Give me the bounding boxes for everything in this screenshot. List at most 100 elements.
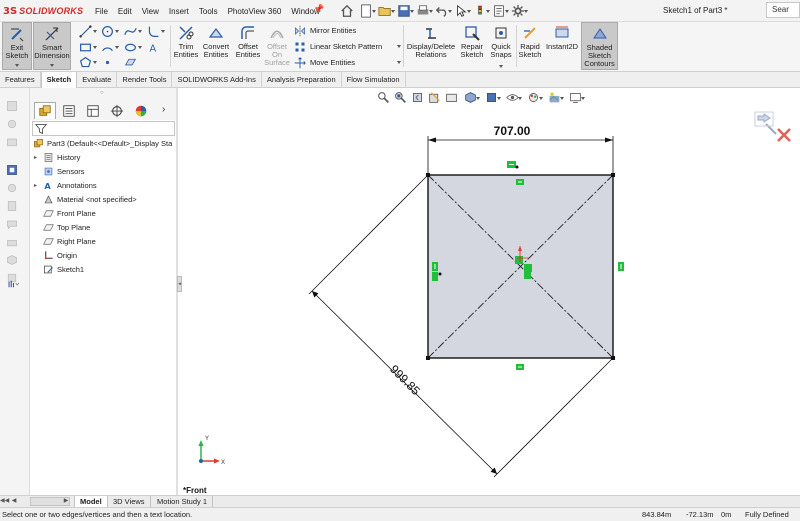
file-explorer-icon[interactable] xyxy=(5,136,19,148)
custom-properties-icon[interactable] xyxy=(5,200,19,212)
home-icon[interactable] xyxy=(337,2,356,20)
chevron-right-icon[interactable]: › xyxy=(162,104,165,115)
menu-photoview[interactable]: PhotoView 360 xyxy=(223,7,287,16)
tree-item-front-plane[interactable]: Front Plane xyxy=(42,207,96,220)
polygon-icon[interactable] xyxy=(78,55,92,69)
menu-file[interactable]: File xyxy=(90,7,113,16)
move-entities-button[interactable]: Move Entities xyxy=(294,55,355,70)
linear-pattern-dropdown-icon[interactable] xyxy=(397,45,401,48)
rectangle-icon[interactable] xyxy=(78,40,92,54)
tree-item-top-plane[interactable]: Top Plane xyxy=(42,221,90,234)
select-icon[interactable] xyxy=(451,2,471,20)
polygon-dropdown-icon[interactable] xyxy=(93,61,97,64)
options-icon[interactable] xyxy=(508,2,528,20)
nav-next-icon[interactable]: ▶ xyxy=(62,496,70,506)
tab-evaluate[interactable]: Evaluate xyxy=(77,72,118,88)
panel-splitter[interactable] xyxy=(176,88,178,498)
vertical-relation-icon[interactable] xyxy=(432,272,438,281)
cad-models-icon[interactable] xyxy=(5,254,19,266)
arc-icon[interactable] xyxy=(100,40,114,54)
view-settings-icon[interactable] xyxy=(566,90,585,105)
spline-dropdown-icon[interactable] xyxy=(138,30,142,33)
ellipse-dropdown-icon[interactable] xyxy=(138,46,142,49)
dynamic-annotation-icon[interactable] xyxy=(444,90,459,105)
rapid-sketch-button[interactable]: Rapid Sketch xyxy=(517,22,543,70)
exit-sketch-corner-icon[interactable] xyxy=(754,111,777,135)
text-icon[interactable]: A xyxy=(146,40,160,54)
tab-solidworks-add-ins[interactable]: SOLIDWORKS Add-Ins xyxy=(172,72,262,88)
feature-filter-input[interactable] xyxy=(32,121,175,136)
tab-sketch[interactable]: Sketch xyxy=(40,72,78,88)
zoom-to-fit-icon[interactable] xyxy=(376,90,391,105)
undo-icon[interactable] xyxy=(432,2,452,20)
forum-icon[interactable] xyxy=(5,218,19,230)
sketch-fillet-icon[interactable] xyxy=(146,24,160,38)
propertymanager-tab-icon[interactable] xyxy=(58,102,80,119)
search-input[interactable]: Sear xyxy=(766,2,800,18)
tab-render-tools[interactable]: Render Tools xyxy=(117,72,173,88)
open-icon[interactable] xyxy=(375,2,395,20)
featuremanager-tree-tab-icon[interactable] xyxy=(34,102,56,119)
view-palette-icon[interactable] xyxy=(5,164,19,176)
rectangle-dropdown-icon[interactable] xyxy=(93,46,97,49)
repair-sketch-button[interactable]: Repair Sketch xyxy=(458,22,486,70)
coincident-relation-icon[interactable] xyxy=(524,264,532,272)
horizontal-dimension[interactable]: 707.00 xyxy=(427,124,614,174)
plane-icon[interactable] xyxy=(123,55,137,69)
tree-item-part[interactable]: Part3 (Default<<Default>_Display Sta xyxy=(32,137,172,150)
menu-tools[interactable]: Tools xyxy=(194,7,223,16)
spline-icon[interactable] xyxy=(123,24,137,38)
line-dropdown-icon[interactable] xyxy=(93,30,97,33)
displaymanager-tab-icon[interactable] xyxy=(130,102,152,119)
tree-item-annotations[interactable]: ▸ A Annotations xyxy=(34,179,97,192)
convert-entities-button[interactable]: Convert Entities xyxy=(200,22,232,70)
toolbox-icon[interactable] xyxy=(5,236,19,248)
tab-flow-simulation[interactable]: Flow Simulation xyxy=(342,72,406,88)
hide-show-icon[interactable] xyxy=(503,90,522,105)
circle-icon[interactable] xyxy=(100,24,114,38)
nav-first-icon[interactable]: ◀◀ xyxy=(0,496,9,506)
coincident-relation-icon[interactable] xyxy=(524,272,531,279)
dimxpertmanager-tab-icon[interactable] xyxy=(106,102,128,119)
apply-scene-icon[interactable] xyxy=(545,90,564,105)
quick-snaps-button[interactable]: Quick Snaps xyxy=(487,22,515,70)
smart-dimension-dropdown-icon[interactable] xyxy=(50,64,54,67)
expand-arrow-icon[interactable]: ▸ xyxy=(34,182,42,189)
point-icon[interactable] xyxy=(100,55,114,69)
tree-item-sketch1[interactable]: Sketch1 xyxy=(42,263,84,276)
ellipse-icon[interactable] xyxy=(123,40,137,54)
smart-dimension-button[interactable]: Smart Dimension xyxy=(33,22,71,70)
tab-features[interactable]: Features xyxy=(0,72,41,88)
instant2d-button[interactable]: Instant2D xyxy=(544,22,580,70)
cancel-sketch-corner-icon[interactable] xyxy=(777,128,791,142)
section-view-icon[interactable] xyxy=(427,90,442,105)
tree-item-sensors[interactable]: Sensors xyxy=(42,165,85,178)
file-properties-icon[interactable] xyxy=(489,2,509,20)
panel-grip-icon[interactable]: ○ xyxy=(100,90,104,96)
menu-insert[interactable]: Insert xyxy=(164,7,194,16)
solidworks-resources-icon[interactable] xyxy=(5,100,19,112)
flow-simulation-icon[interactable] xyxy=(3,278,25,290)
menu-view[interactable]: View xyxy=(137,7,164,16)
offset-entities-button[interactable]: Offset Entities xyxy=(233,22,263,70)
dimension-707-text[interactable]: 707.00 xyxy=(494,124,531,138)
tree-item-history[interactable]: ▸ History xyxy=(34,151,80,164)
design-library-icon[interactable] xyxy=(5,118,19,130)
arc-dropdown-icon[interactable] xyxy=(115,46,119,49)
coincident-relation-icon[interactable] xyxy=(515,256,523,264)
offset-on-surface-button[interactable]: Offset On Surface xyxy=(263,22,291,70)
print-icon[interactable] xyxy=(413,2,433,20)
tree-item-origin[interactable]: Origin xyxy=(42,249,77,262)
edit-appearance-icon[interactable] xyxy=(524,90,543,105)
dimension-999-text[interactable]: 999.85 xyxy=(387,362,423,398)
tree-item-material[interactable]: Material <not specified> xyxy=(42,193,137,206)
display-style-icon[interactable] xyxy=(482,90,501,105)
vertex-bottom-left[interactable] xyxy=(426,356,430,360)
trim-entities-button[interactable]: Trim Entities xyxy=(172,22,200,70)
expand-arrow-icon[interactable]: ▸ xyxy=(34,154,42,161)
graphics-area[interactable]: 707.00 999.85 Y X xyxy=(182,105,800,495)
exit-sketch-button[interactable]: Exit Sketch xyxy=(2,22,32,70)
tab-analysis-preparation[interactable]: Analysis Preparation xyxy=(262,72,342,88)
rebuild-icon[interactable] xyxy=(470,2,490,20)
display-delete-relations-button[interactable]: Display/Delete Relations xyxy=(405,22,457,70)
